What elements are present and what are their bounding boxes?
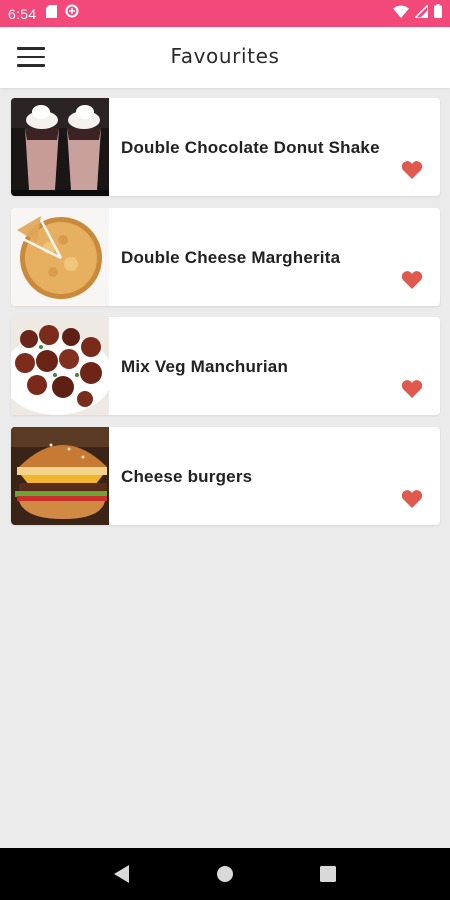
favourites-list: Double Chocolate Donut Shake Double Chee… (11, 98, 440, 536)
status-time: 6:54 (8, 5, 37, 22)
signal-icon (413, 2, 429, 23)
manchurian-image (11, 317, 109, 415)
item-name: Double Chocolate Donut Shake (121, 138, 380, 157)
heart-icon[interactable] (401, 270, 423, 290)
sd-card-icon (46, 4, 58, 23)
heart-icon[interactable] (401, 489, 423, 509)
heart-icon[interactable] (401, 160, 423, 180)
list-item[interactable]: Double Chocolate Donut Shake (11, 98, 440, 196)
pizza-image (11, 207, 109, 306)
list-item[interactable]: Mix Veg Manchurian (11, 317, 440, 415)
item-name: Mix Veg Manchurian (121, 357, 289, 376)
battery-icon (434, 4, 442, 23)
burger-image (11, 426, 109, 525)
system-nav-bar (0, 848, 450, 900)
page-title: Favourites (170, 44, 280, 68)
list-item[interactable]: Double Cheese Margherita (11, 207, 440, 306)
data-saver-icon (65, 4, 79, 23)
home-icon[interactable] (214, 863, 236, 885)
list-item[interactable]: Cheese burgers (11, 426, 440, 525)
heart-icon[interactable] (401, 379, 423, 399)
item-name: Double Cheese Margherita (121, 247, 341, 267)
back-icon[interactable] (111, 863, 133, 885)
milkshake-image (11, 98, 109, 196)
status-bar: 6:54 (0, 0, 450, 27)
app-bar: Favourites (0, 27, 450, 88)
wifi-icon (393, 5, 409, 23)
favourites-screen: 6:54 Favourites Double Chocolate Donut S… (0, 0, 450, 900)
item-name: Cheese burgers (121, 466, 253, 486)
recents-icon[interactable] (317, 863, 339, 885)
